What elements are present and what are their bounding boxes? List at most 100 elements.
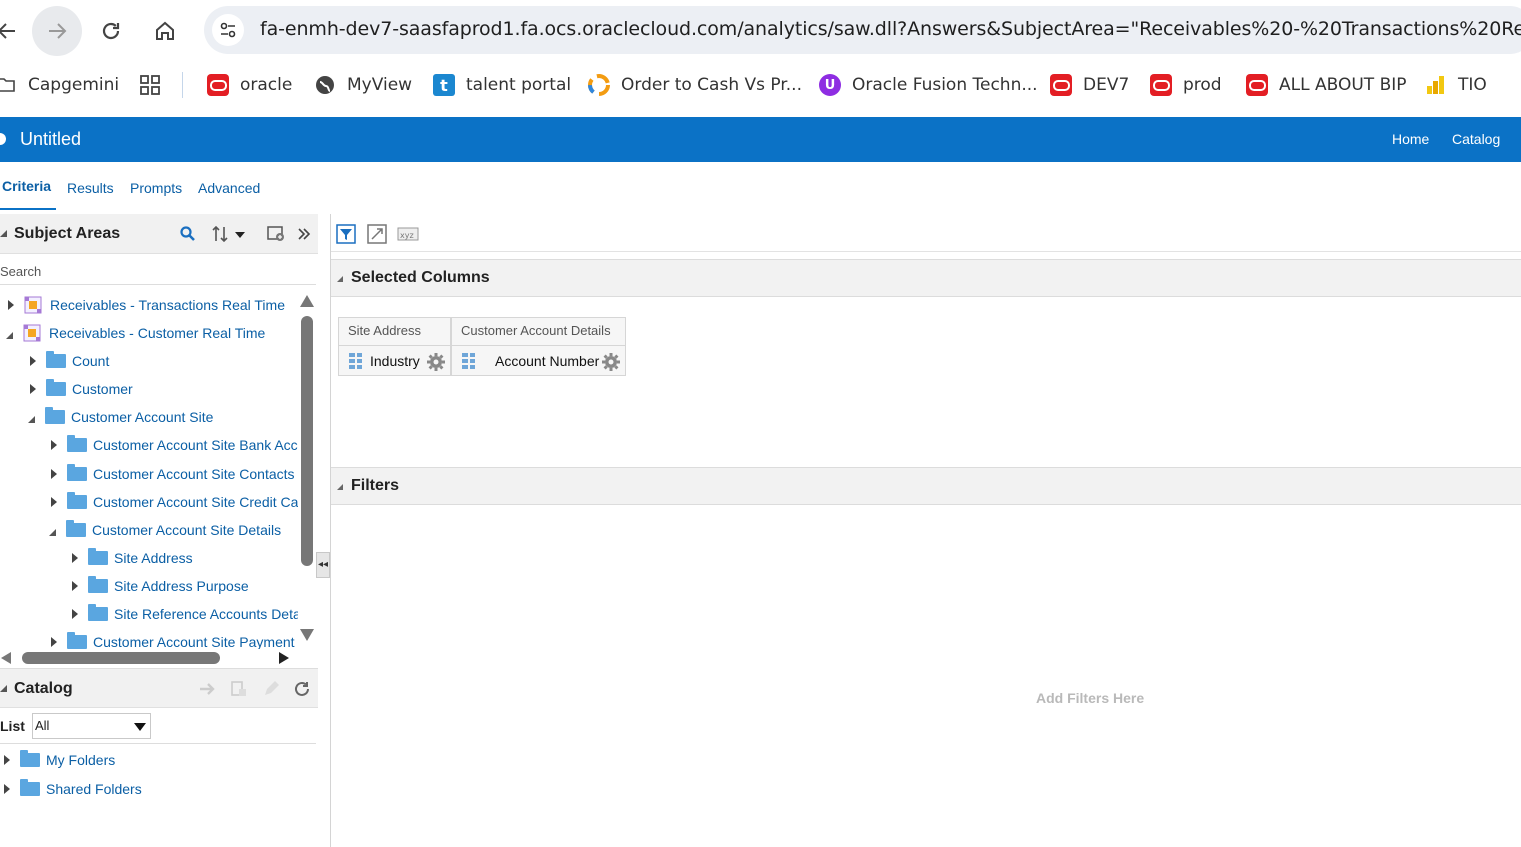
filter-icon[interactable]	[335, 224, 357, 244]
tree-item-site-payment[interactable]: Customer Account Site Payment	[51, 630, 295, 649]
apps-grid-button[interactable]	[138, 72, 172, 98]
home-link[interactable]: Home	[1392, 131, 1429, 147]
tree-item-site-reference-accounts[interactable]: Site Reference Accounts Deta	[72, 602, 298, 626]
expand-icon[interactable]	[72, 581, 78, 591]
scroll-right-icon[interactable]	[278, 651, 290, 665]
scroll-left-icon[interactable]	[0, 651, 12, 665]
bookmark-dev7[interactable]: DEV7	[1049, 72, 1129, 98]
bookmark-prod[interactable]: prod	[1149, 72, 1222, 98]
bookmark-talent-portal[interactable]: t talent portal	[432, 72, 571, 98]
subject-area-tree: Receivables - Transactions Real Time Rec…	[0, 291, 298, 649]
scrollbar-thumb[interactable]	[301, 316, 313, 566]
editor-tabs: Criteria Results Prompts Advanced	[0, 162, 1521, 210]
subject-area-icon	[24, 296, 42, 314]
tree-horizontal-scrollbar[interactable]	[0, 648, 298, 668]
folder-icon	[67, 492, 87, 509]
selected-columns-header[interactable]: Selected Columns	[331, 259, 1521, 297]
expand-icon[interactable]	[51, 469, 57, 479]
expand-icon[interactable]	[72, 553, 78, 563]
selected-column-industry[interactable]: Industry	[339, 345, 450, 376]
selected-column-account-number[interactable]: Account Number	[452, 345, 625, 376]
scrollbar-thumb[interactable]	[22, 652, 220, 664]
tree-item-label: My Folders	[46, 752, 116, 768]
search-icon[interactable]	[178, 224, 198, 244]
add-subject-area-icon[interactable]	[266, 224, 286, 244]
collapse-panel-handle[interactable]: ◂◂	[316, 552, 330, 578]
collapse-icon[interactable]	[28, 415, 35, 423]
reload-button[interactable]	[86, 6, 136, 56]
bookmark-order-to-cash[interactable]: Order to Cash Vs Pr...	[587, 72, 802, 98]
collapse-triangle-icon[interactable]	[0, 230, 7, 237]
back-button[interactable]	[0, 6, 32, 56]
refresh-icon[interactable]	[292, 679, 312, 699]
bookmark-oracle-fusion[interactable]: U Oracle Fusion Techn...	[818, 72, 1038, 98]
subject-area-search-input[interactable]: Search	[0, 259, 316, 285]
tree-item-transactions-real-time[interactable]: Receivables - Transactions Real Time	[8, 293, 285, 317]
attribute-column-icon	[349, 353, 362, 369]
expand-icon[interactable]	[72, 609, 78, 619]
column-properties-icon[interactable]	[366, 224, 388, 244]
expand-icon[interactable]	[51, 440, 57, 450]
expand-icon[interactable]	[4, 784, 10, 794]
folder-icon	[67, 632, 87, 649]
filters-header[interactable]: Filters	[331, 467, 1521, 505]
bookmark-all-about-bip[interactable]: ALL ABOUT BIP	[1245, 72, 1407, 98]
catalog-list-row: List All	[0, 710, 316, 744]
tree-item-site-details[interactable]: Customer Account Site Details	[49, 518, 281, 542]
sort-icon[interactable]	[210, 224, 250, 244]
address-bar[interactable]: fa-enmh-dev7-saasfaprod1.fa.ocs.oraclecl…	[204, 6, 1521, 54]
tree-item-customer-account-site[interactable]: Customer Account Site	[28, 405, 213, 429]
tree-item-site-credit-cards[interactable]: Customer Account Site Credit Ca	[51, 490, 298, 514]
collapse-triangle-icon[interactable]	[0, 685, 7, 692]
catalog-list-select[interactable]: All	[32, 713, 151, 739]
pencil-icon[interactable]	[261, 679, 281, 699]
home-button[interactable]	[140, 6, 190, 56]
tree-item-site-address-purpose[interactable]: Site Address Purpose	[72, 574, 249, 598]
bookmark-tio[interactable]: TIO	[1424, 72, 1487, 98]
oracle-icon	[1245, 73, 1269, 97]
expand-icon[interactable]	[30, 384, 36, 394]
tree-item-customer[interactable]: Customer	[30, 377, 133, 401]
tree-item-site-address[interactable]: Site Address	[72, 546, 193, 570]
catalog-item-my-folders[interactable]: My Folders	[4, 748, 115, 772]
properties-icon[interactable]	[229, 679, 249, 699]
collapse-triangle-icon[interactable]	[337, 276, 343, 282]
expand-icon[interactable]	[8, 300, 14, 310]
arrow-right-icon[interactable]	[198, 679, 218, 699]
expand-icon[interactable]	[51, 637, 57, 647]
expand-icon[interactable]	[4, 755, 10, 765]
bookmarks-bar: Capgemini oracle MyView t talent portal …	[0, 62, 1521, 108]
tab-results[interactable]: Results	[67, 180, 114, 196]
selected-columns-title: Selected Columns	[351, 269, 490, 286]
tree-item-site-contacts[interactable]: Customer Account Site Contacts	[51, 462, 295, 486]
tree-item-site-bank-accounts[interactable]: Customer Account Site Bank Acco	[51, 433, 298, 457]
site-info-icon[interactable]	[212, 14, 244, 46]
tree-item-count[interactable]: Count	[30, 349, 109, 373]
catalog-link[interactable]: Catalog	[1452, 131, 1500, 147]
svg-text:xyz: xyz	[400, 231, 414, 240]
browser-toolbar: fa-enmh-dev7-saasfaprod1.fa.ocs.oraclecl…	[0, 0, 1521, 62]
gear-icon[interactable]	[601, 352, 621, 372]
forward-button[interactable]	[32, 6, 82, 56]
attribute-column-icon	[462, 353, 475, 369]
sql-xyz-icon[interactable]: xyz	[397, 224, 419, 244]
collapse-icon[interactable]	[6, 331, 13, 339]
double-chevron-right-icon[interactable]	[294, 224, 314, 244]
bookmark-label: TIO	[1458, 75, 1487, 95]
bookmark-myview[interactable]: MyView	[313, 72, 412, 98]
catalog-item-shared-folders[interactable]: Shared Folders	[4, 777, 142, 801]
bookmark-oracle[interactable]: oracle	[206, 72, 292, 98]
tab-prompts[interactable]: Prompts	[130, 180, 182, 196]
tree-vertical-scrollbar[interactable]	[298, 294, 316, 644]
bookmark-capgemini[interactable]: Capgemini	[0, 72, 119, 98]
collapse-triangle-icon[interactable]	[337, 484, 343, 490]
scroll-down-icon[interactable]	[299, 628, 315, 642]
expand-icon[interactable]	[30, 356, 36, 366]
collapse-icon[interactable]	[49, 528, 56, 536]
scroll-up-icon[interactable]	[299, 294, 315, 308]
expand-icon[interactable]	[51, 497, 57, 507]
tab-criteria[interactable]: Criteria	[2, 178, 51, 194]
gear-icon[interactable]	[426, 352, 446, 372]
tree-item-customer-real-time[interactable]: Receivables - Customer Real Time	[6, 321, 265, 345]
tab-advanced[interactable]: Advanced	[198, 180, 260, 196]
